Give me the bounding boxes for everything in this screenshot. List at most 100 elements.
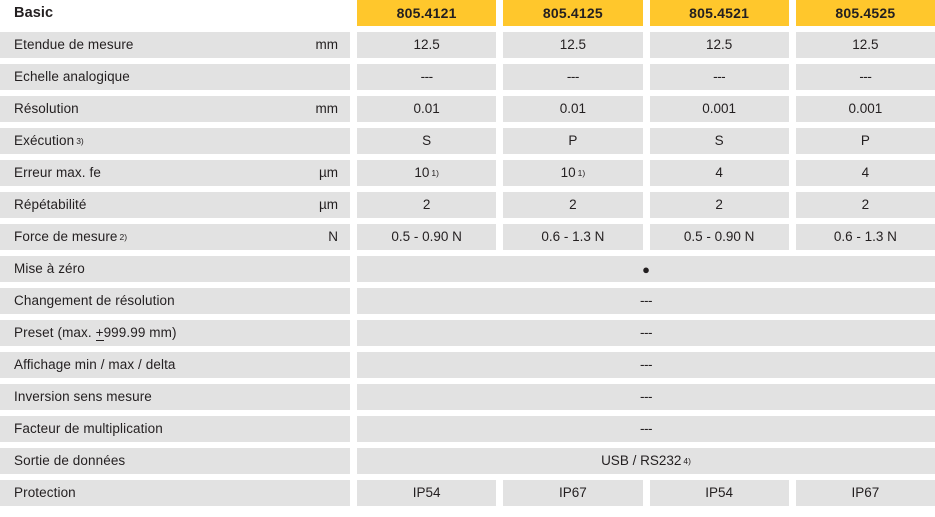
table-row: Etendue de mesure mm 12.5 12.5 12.5 12.5 (0, 32, 935, 58)
data-cell: IP54 (357, 480, 497, 506)
data-cell: 2 (357, 192, 497, 218)
data-cell: 12.5 (649, 32, 789, 58)
cell-value: S (714, 133, 724, 149)
merged-data-cell: ● (357, 256, 935, 282)
data-cell: IP67 (795, 480, 935, 506)
cell-value: --- (420, 69, 434, 85)
row-label-cell: Résolution mm (0, 96, 350, 122)
header-label-cell: Basic (0, 0, 350, 26)
row-label: Protection (14, 485, 76, 501)
data-cell: 12.5 (357, 32, 497, 58)
table-row: Exécution 3) S P S P (0, 128, 935, 154)
row-unit: µm (318, 197, 338, 213)
row-data-area: --- (357, 352, 935, 378)
column-header-1: 805.4121 (357, 0, 497, 26)
column-header-4: 805.4525 (795, 0, 935, 26)
cell-value: IP54 (412, 485, 441, 501)
cell-value: 2 (861, 197, 870, 213)
row-label-cell: Exécution 3) (0, 128, 350, 154)
row-label-cell: Protection (0, 480, 350, 506)
cell-value: IP54 (705, 485, 734, 501)
cell-value: S (422, 133, 432, 149)
plus-minus-sign: + (95, 325, 104, 342)
data-cell: 10 1) (357, 160, 497, 186)
feature-bullet: ● (642, 261, 650, 277)
cell-value: --- (640, 421, 653, 437)
cell-value: P (568, 133, 578, 149)
merged-data-cell: USB / RS232 4) (357, 448, 935, 474)
data-cell: P (795, 128, 935, 154)
data-cell: 10 1) (503, 160, 643, 186)
cell-value: --- (859, 69, 872, 85)
row-data-area: 2 2 2 2 (357, 192, 935, 218)
cell-value: 0.01 (413, 101, 440, 117)
table-row: Affichage min / max / delta --- (0, 352, 935, 378)
data-cell: 12.5 (795, 32, 935, 58)
row-data-area: IP54 IP67 IP54 IP67 (357, 480, 935, 506)
specification-table: Basic 805.4121 805.4125 805.4521 805.452… (0, 0, 935, 517)
row-data-area: 0.01 0.01 0.001 0.001 (357, 96, 935, 122)
row-data-area: --- --- --- --- (357, 64, 935, 90)
cell-value: 0.5 - 0.90 N (391, 229, 462, 245)
cell-value: 10 (560, 165, 576, 181)
table-body: Etendue de mesure mm 12.5 12.5 12.5 12.5 Echel… (0, 32, 935, 506)
cell-value: 0.001 (702, 101, 737, 117)
cell-value: 12.5 (852, 37, 879, 53)
data-cell: 4 (649, 160, 789, 186)
table-row: Résolution mm 0.01 0.01 0.001 0.001 (0, 96, 935, 122)
cell-value: --- (640, 325, 653, 341)
row-label: Facteur de multiplication (14, 421, 163, 437)
row-unit: mm (315, 37, 339, 53)
row-label-cell: Répétabilité µm (0, 192, 350, 218)
table-row: Force de mesure 2) N 0.5 - 0.90 N 0.6 - 1.3 … (0, 224, 935, 250)
row-data-area: 10 1) 10 1) 4 4 (357, 160, 935, 186)
row-label: Mise à zéro (14, 261, 85, 277)
data-cell: 2 (649, 192, 789, 218)
merged-data-cell: --- (357, 416, 935, 442)
row-label-cell: Changement de résolution (0, 288, 350, 314)
data-cell: 0.001 (795, 96, 935, 122)
row-label: Changement de résolution (14, 293, 175, 309)
row-label: Inversion sens mesure (14, 389, 152, 405)
cell-value: 4 (861, 165, 870, 181)
cell-value: 2 (569, 197, 577, 213)
cell-value: 0.5 - 0.90 N (683, 229, 755, 245)
merged-data-cell: --- (357, 320, 935, 346)
row-unit: µm (318, 165, 338, 181)
table-row: Changement de résolution --- (0, 288, 935, 314)
table-header-row: Basic 805.4121 805.4125 805.4521 805.452… (0, 0, 935, 26)
table-row: Répétabilité µm 2 2 2 2 (0, 192, 935, 218)
row-unit: N (328, 229, 338, 245)
row-data-area: --- (357, 384, 935, 410)
cell-value: --- (640, 389, 653, 405)
row-label-cell: Echelle analogique (0, 64, 350, 90)
data-cell: 0.6 - 1.3 N (795, 224, 935, 250)
cell-value: --- (640, 293, 653, 309)
row-data-area: ● (357, 256, 935, 282)
column-header-2: 805.4125 (503, 0, 643, 26)
data-cell: 2 (503, 192, 643, 218)
data-cell: --- (503, 64, 643, 90)
merged-data-cell: --- (357, 352, 935, 378)
row-label: Exécution (14, 133, 75, 149)
cell-value: 0.6 - 1.3 N (541, 229, 605, 245)
row-data-area: --- (357, 416, 935, 442)
data-cell: --- (795, 64, 935, 90)
cell-value: IP67 (558, 485, 587, 501)
table-row: Preset (max. +999.99 mm) --- (0, 320, 935, 346)
row-label: Répétabilité (14, 197, 87, 213)
cell-value: P (860, 133, 870, 149)
cell-value: 12.5 (559, 37, 587, 53)
row-label-cell: Erreur max. fe µm (0, 160, 350, 186)
column-header-3: 805.4521 (649, 0, 789, 26)
row-unit: mm (315, 101, 339, 117)
cell-value: 2 (715, 197, 723, 213)
cell-value: IP67 (851, 485, 880, 501)
row-label-cell: Inversion sens mesure (0, 384, 350, 410)
row-label-cell: Facteur de multiplication (0, 416, 350, 442)
cell-value: 2 (422, 197, 431, 213)
header-data-area: 805.4121 805.4125 805.4521 805.4525 (357, 0, 935, 26)
row-data-area: USB / RS232 4) (357, 448, 935, 474)
row-label: Preset (max. +999.99 mm) (14, 325, 177, 342)
table-row: Protection IP54 IP67 IP54 IP67 (0, 480, 935, 506)
